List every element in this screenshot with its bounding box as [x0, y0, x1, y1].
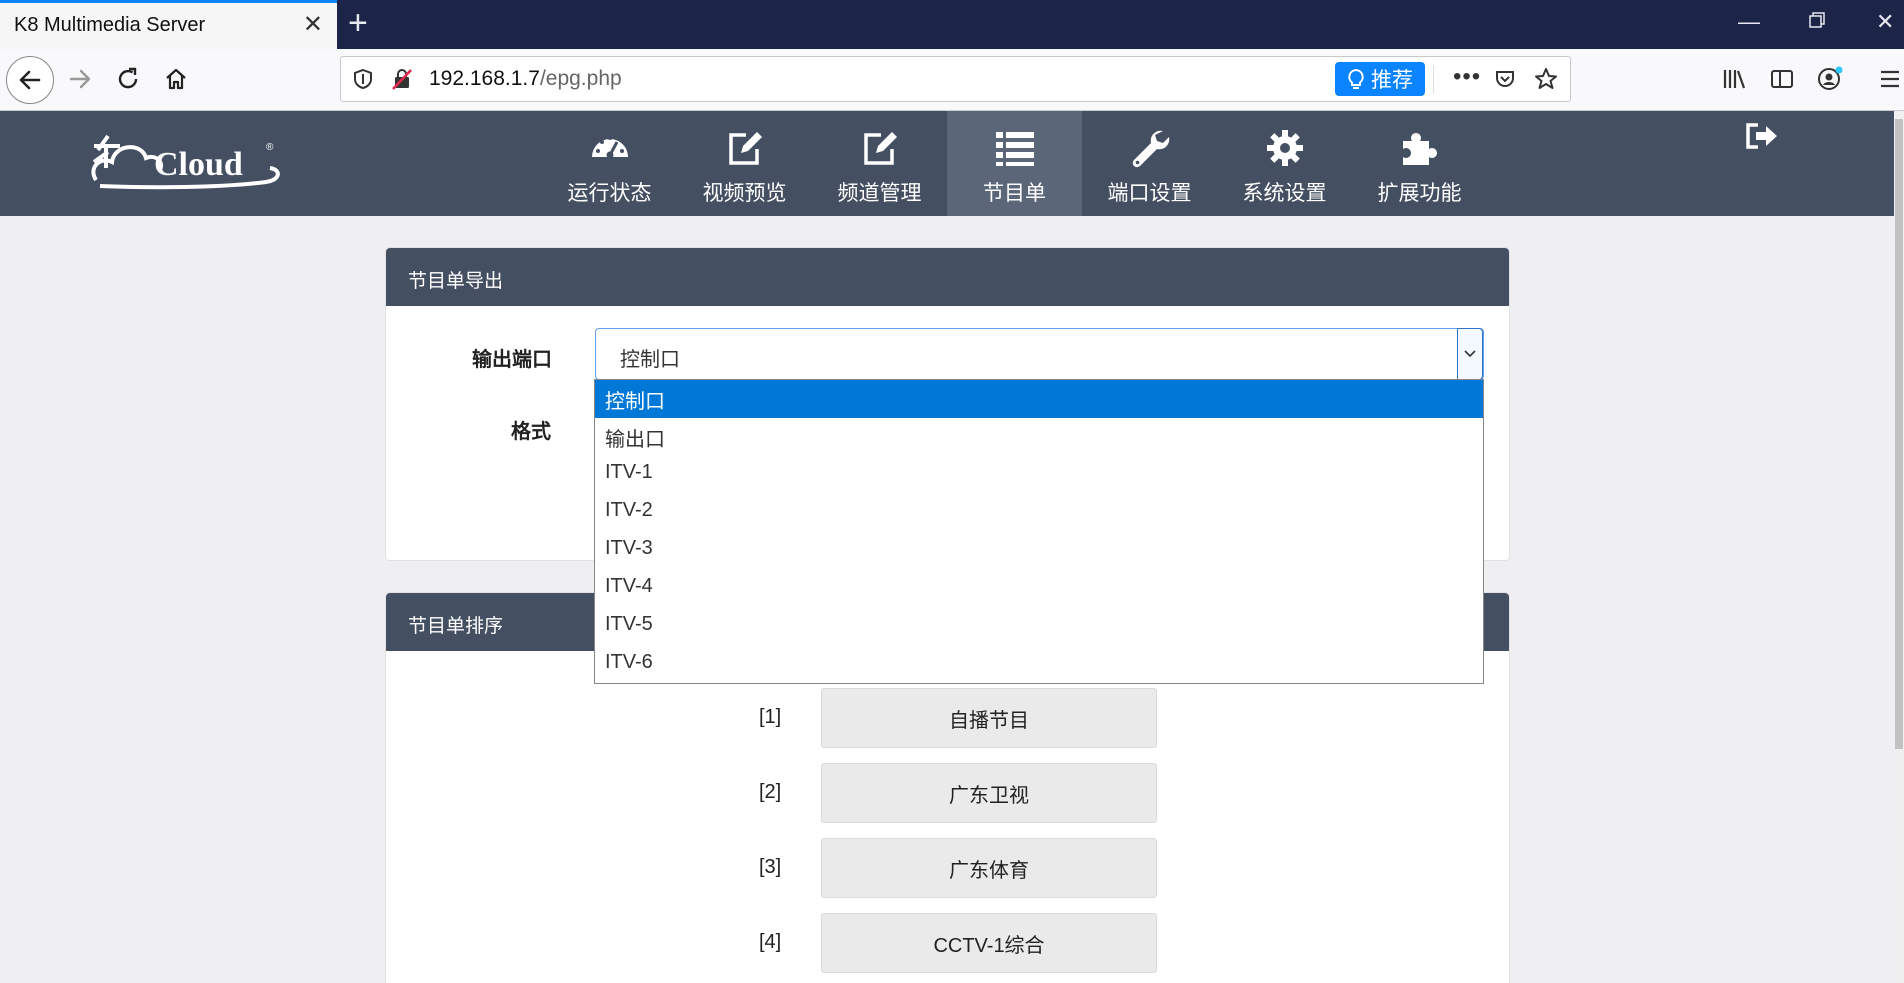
browser-tab-bar: K8 Multimedia Server ✕ + — ✕: [0, 0, 1904, 49]
url-host: 192.168.1.7: [429, 67, 540, 90]
menu-item-system-settings[interactable]: 系统设置: [1217, 111, 1352, 216]
output-port-select[interactable]: 控制口: [595, 328, 1484, 380]
pocket-icon[interactable]: [1494, 68, 1516, 95]
menu-label-system-settings: 系统设置: [1242, 182, 1327, 205]
minimize-icon[interactable]: —: [1738, 8, 1760, 36]
dashboard-icon: [592, 136, 628, 159]
order-row: [1] 自播节目: [386, 688, 1511, 750]
url-text[interactable]: 192.168.1.7/epg.php: [429, 67, 622, 91]
program-button[interactable]: 广东体育: [821, 838, 1157, 898]
lightbulb-icon: [1348, 68, 1364, 89]
dropdown-option[interactable]: ITV-1: [595, 456, 1483, 494]
order-index: [3]: [759, 856, 782, 878]
shield-icon[interactable]: [353, 68, 373, 95]
program-button[interactable]: 自播节目: [821, 688, 1157, 748]
browser-tab[interactable]: K8 Multimedia Server ✕: [0, 0, 337, 49]
library-icon[interactable]: [1716, 61, 1752, 97]
edit-icon: [864, 132, 897, 165]
bookmark-star-icon[interactable]: [1534, 67, 1558, 96]
back-button[interactable]: [6, 56, 54, 104]
reload-icon: [118, 67, 138, 89]
menu-item-channel-manage[interactable]: 频道管理: [812, 111, 947, 216]
format-label: 格式: [511, 421, 551, 443]
home-button[interactable]: [158, 61, 194, 97]
output-port-value: 控制口: [620, 349, 680, 371]
sidebar-icon[interactable]: [1764, 61, 1800, 97]
back-arrow-icon: [19, 70, 41, 90]
menu-label-status: 运行状态: [567, 182, 652, 205]
edit-icon: [729, 132, 762, 165]
svg-text:®: ®: [266, 142, 274, 153]
order-row: [4] CCTV-1综合: [386, 913, 1511, 975]
tab-title: K8 Multimedia Server: [14, 14, 206, 36]
menu-item-status[interactable]: 运行状态: [542, 111, 677, 216]
order-index: [4]: [759, 931, 782, 953]
dropdown-option[interactable]: ITV-4: [595, 570, 1483, 608]
reload-button[interactable]: [110, 61, 146, 97]
scrollbar-thumb[interactable]: [1895, 119, 1903, 749]
program-button[interactable]: CCTV-1综合: [821, 913, 1157, 973]
more-actions-icon[interactable]: •••: [1453, 63, 1481, 91]
dropdown-option[interactable]: 输出口: [595, 418, 1483, 456]
order-index: [2]: [759, 781, 782, 803]
menu-label-epg: 节目单: [983, 182, 1046, 205]
chevron-down-icon: [1464, 350, 1476, 358]
url-separator: [1433, 65, 1434, 93]
forward-button[interactable]: [62, 61, 98, 97]
order-row: [3] 广东体育: [386, 838, 1511, 900]
menu-item-video-preview[interactable]: 视频预览: [677, 111, 812, 216]
menu-label-video-preview: 视频预览: [702, 182, 787, 205]
output-port-label: 输出端口: [472, 349, 552, 371]
account-icon[interactable]: [1812, 61, 1848, 97]
wrench-icon: [1132, 130, 1170, 168]
dropdown-option[interactable]: ITV-3: [595, 532, 1483, 570]
menu-item-extensions[interactable]: 扩展功能: [1352, 111, 1487, 216]
order-row: [2] 广东卫视: [386, 763, 1511, 825]
menu-item-epg[interactable]: 节目单: [947, 111, 1082, 216]
order-index: [1]: [759, 706, 782, 728]
insecure-lock-icon[interactable]: [391, 67, 413, 96]
window-close-icon[interactable]: ✕: [1876, 8, 1894, 36]
menu-label-extensions: 扩展功能: [1377, 182, 1462, 205]
dropdown-option[interactable]: ITV-2: [595, 494, 1483, 532]
select-arrow-button[interactable]: [1457, 328, 1483, 380]
menu-label-port-settings: 端口设置: [1107, 182, 1192, 205]
url-bar[interactable]: 192.168.1.7/epg.php 推荐 •••: [340, 56, 1571, 102]
export-panel-title: 节目单导出: [386, 248, 1509, 306]
dropdown-option[interactable]: ITV-5: [595, 608, 1483, 646]
recommend-label: 推荐: [1371, 69, 1413, 92]
recommend-button[interactable]: 推荐: [1335, 62, 1425, 96]
cloud-logo[interactable]: Cloud ®: [90, 128, 290, 203]
new-tab-icon[interactable]: +: [348, 6, 368, 40]
logo-text: Cloud: [154, 146, 243, 183]
gear-icon: [1267, 130, 1303, 166]
browser-nav-bar: 192.168.1.7/epg.php 推荐 •••: [0, 49, 1904, 111]
url-path: /epg.php: [539, 67, 622, 90]
home-icon: [166, 68, 186, 90]
menu-label-channel-manage: 频道管理: [837, 182, 922, 205]
close-tab-icon[interactable]: ✕: [303, 13, 323, 37]
list-icon: [996, 132, 1034, 166]
forward-arrow-icon: [69, 69, 91, 89]
menu-item-port-settings[interactable]: 端口设置: [1082, 111, 1217, 216]
page-scrollbar[interactable]: [1894, 111, 1904, 983]
logout-icon[interactable]: [1744, 121, 1780, 156]
dropdown-option[interactable]: ITV-6: [595, 646, 1483, 684]
dropdown-option[interactable]: 控制口: [595, 380, 1483, 418]
app-menu-icon[interactable]: [1872, 61, 1904, 97]
puzzle-icon: [1403, 133, 1437, 165]
program-button[interactable]: 广东卫视: [821, 763, 1157, 823]
app-header: Cloud ® 运行状态 视频预览 频道管理 节目单 端口设置 系统设置 扩展功…: [0, 111, 1894, 216]
output-port-dropdown: 控制口 输出口 ITV-1 ITV-2 ITV-3 ITV-4 ITV-5 IT…: [594, 379, 1484, 684]
restore-icon[interactable]: [1808, 8, 1826, 36]
